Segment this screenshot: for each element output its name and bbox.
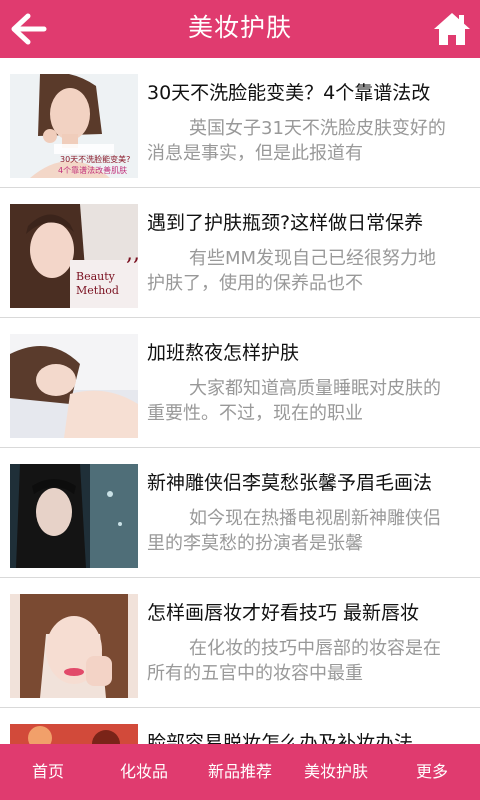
- bottom-tab-bar: 首页 化妆品 新品推荐 美妆护肤 更多: [0, 744, 480, 800]
- article-thumbnail: [10, 594, 138, 698]
- article-description: 有些MM发现自己已经很努力地护肤了，使用的保养品也不: [147, 248, 437, 294]
- article-item[interactable]: 加班熬夜怎样护肤 大家都知道高质量睡眠对皮肤的重要性。不过，现在的职业: [0, 318, 480, 448]
- article-title: 遇到了护肤瓶颈?这样做日常保养: [147, 212, 424, 234]
- article-title: 脸部容易脱妆怎么办及补妆办法: [147, 732, 414, 744]
- article-item[interactable]: ,, Beauty Method 遇到了护肤瓶颈?这样做日常保养 有些MM发现自…: [0, 188, 480, 318]
- article-thumbnail: [10, 334, 138, 438]
- thumb-caption-2: Method: [76, 284, 119, 297]
- article-title: 新神雕侠侣李莫愁张馨予眉毛画法: [147, 472, 433, 494]
- article-description: 英国女子31天不洗脸皮肤变好的消息是事实，但是此报道有: [147, 118, 446, 164]
- tab-cosmetics[interactable]: 化妆品: [96, 744, 192, 800]
- top-bar: 美妆护肤: [0, 0, 480, 58]
- article-item[interactable]: 30天不洗脸能变美? 4个靠谱法改善肌肤 30天不洗脸能变美？4个靠谱法改 英国…: [0, 58, 480, 188]
- article-list: 30天不洗脸能变美? 4个靠谱法改善肌肤 30天不洗脸能变美？4个靠谱法改 英国…: [0, 58, 480, 744]
- article-description: 在化妆的技巧中唇部的妆容是在所有的五官中的妆容中最重: [147, 638, 441, 684]
- home-icon: [434, 13, 470, 45]
- article-description: 如今现在热播电视剧新神雕侠侣里的李莫愁的扮演者是张馨: [147, 508, 441, 554]
- article-title: 怎样画唇妆才好看技巧 最新唇妆: [147, 602, 420, 624]
- home-button[interactable]: [432, 9, 472, 49]
- article-item[interactable]: 新神雕侠侣李莫愁张馨予眉毛画法 如今现在热播电视剧新神雕侠侣里的李莫愁的扮演者是…: [0, 448, 480, 578]
- tab-more[interactable]: 更多: [384, 744, 480, 800]
- article-thumbnail: [10, 724, 138, 744]
- tab-new-products[interactable]: 新品推荐: [192, 744, 288, 800]
- article-thumbnail: 30天不洗脸能变美? 4个靠谱法改善肌肤: [10, 74, 138, 178]
- tab-home[interactable]: 首页: [0, 744, 96, 800]
- article-thumbnail: ,, Beauty Method: [10, 204, 138, 308]
- article-item[interactable]: 脸部容易脱妆怎么办及补妆办法: [0, 708, 480, 744]
- article-item[interactable]: 怎样画唇妆才好看技巧 最新唇妆 在化妆的技巧中唇部的妆容是在所有的五官中的妆容中…: [0, 578, 480, 708]
- thumb-caption-2: 4个靠谱法改善肌肤: [58, 165, 127, 175]
- article-description: 大家都知道高质量睡眠对皮肤的重要性。不过，现在的职业: [147, 378, 441, 424]
- article-title: 加班熬夜怎样护肤: [147, 342, 300, 364]
- thumb-caption-1: 30天不洗脸能变美?: [60, 154, 130, 164]
- tab-beauty-skincare[interactable]: 美妆护肤: [288, 744, 384, 800]
- article-title: 30天不洗脸能变美？4个靠谱法改: [147, 82, 431, 104]
- article-thumbnail: [10, 464, 138, 568]
- svg-text:,,: ,,: [126, 241, 138, 266]
- page-title: 美妆护肤: [187, 13, 292, 42]
- thumb-caption-1: Beauty: [76, 270, 116, 283]
